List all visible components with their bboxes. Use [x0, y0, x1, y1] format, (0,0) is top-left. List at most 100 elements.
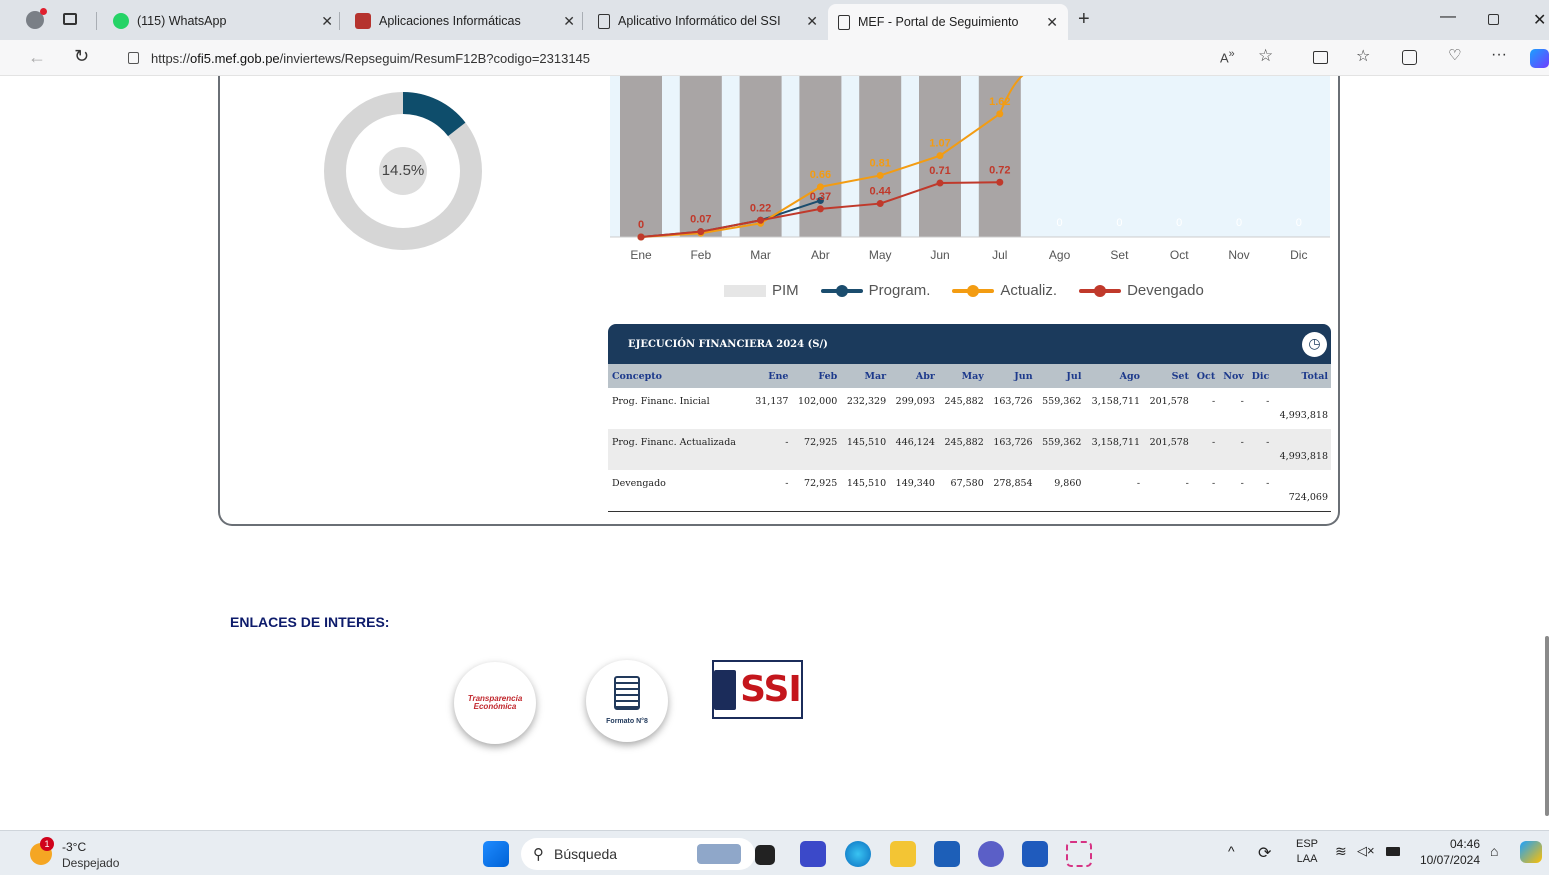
snipping-tool-icon[interactable] — [1066, 841, 1092, 867]
word-icon[interactable] — [1022, 841, 1048, 867]
legend-devengado[interactable]: Devengado — [1079, 282, 1204, 299]
x-tick-label: Oct — [1170, 248, 1189, 262]
store-icon[interactable] — [934, 841, 960, 867]
favorites-icon[interactable]: ☆ — [1356, 46, 1370, 66]
tab-mef-portal[interactable]: MEF - Portal de Seguimiento ✕ — [828, 4, 1068, 40]
favorite-star-icon[interactable]: ☆ — [1258, 46, 1273, 66]
table-cell: - — [1240, 437, 1244, 448]
close-icon[interactable]: ✕ — [563, 13, 575, 30]
clock-icon[interactable]: ◷ — [1302, 332, 1327, 357]
series-point — [876, 171, 884, 179]
task-view-icon[interactable] — [755, 845, 775, 865]
notification-icon[interactable]: ⌂ — [1490, 843, 1498, 859]
close-icon[interactable]: ✕ — [1046, 14, 1058, 31]
lang-bottom: LAA — [1296, 853, 1318, 865]
table-cell: - — [1240, 396, 1244, 407]
zero-data-label: 0 — [1057, 217, 1063, 229]
column-header: Total — [1272, 364, 1331, 388]
column-header: Dic — [1246, 364, 1273, 388]
scrollbar-thumb[interactable] — [1545, 636, 1549, 816]
page-scrollbar[interactable] — [1545, 76, 1549, 830]
edge-icon[interactable] — [845, 841, 871, 867]
profile-notification-dot — [40, 8, 47, 15]
editor-app-icon[interactable] — [800, 841, 826, 867]
clock-area[interactable]: 04:46 10/07/2024 — [1416, 836, 1480, 868]
teams-icon[interactable] — [978, 841, 1004, 867]
volume-icon[interactable]: ◁× — [1357, 843, 1375, 859]
financial-table-header: EJECUCIÓN FINANCIERA 2024 (S/) ◷ — [608, 324, 1331, 364]
ssi-link[interactable]: SSI — [712, 660, 803, 719]
table-cell: 163,726 — [993, 396, 1033, 407]
x-tick-label: May — [869, 248, 892, 262]
battery-icon[interactable] — [1386, 847, 1400, 856]
close-icon[interactable]: ✕ — [806, 13, 818, 30]
column-header: Concepto — [608, 364, 750, 388]
transparencia-link[interactable]: Transparencia Económica — [454, 662, 536, 744]
show-hidden-icons[interactable]: ^ — [1228, 843, 1235, 859]
table-cell: 201,578 — [1149, 396, 1189, 407]
url-host: ofi5.mef.gob.pe — [190, 50, 280, 66]
close-window-icon[interactable]: ✕ — [1533, 10, 1546, 30]
close-icon[interactable]: ✕ — [321, 13, 333, 30]
legend-program[interactable]: Program. — [820, 282, 931, 299]
row-concept: Prog. Financ. Inicial — [612, 396, 710, 407]
copilot-taskbar-icon[interactable] — [1520, 841, 1542, 863]
more-menu-icon[interactable]: ··· — [1491, 46, 1507, 64]
read-aloud-icon[interactable]: A» — [1220, 48, 1235, 65]
x-tick-label: Jun — [930, 248, 949, 262]
links-title: ENLACES DE INTERES: — [230, 614, 390, 630]
legend-program-label: Program. — [868, 282, 931, 299]
minimize-icon[interactable]: — — [1440, 8, 1456, 26]
wifi-icon[interactable]: ≋ — [1335, 843, 1347, 860]
series-point — [757, 216, 765, 224]
file-explorer-icon[interactable] — [890, 841, 916, 867]
data-label: 0.37 — [810, 191, 831, 203]
pim-bar — [799, 76, 842, 237]
row-total: 4,993,818 — [1279, 410, 1328, 421]
new-tab-icon[interactable]: + — [1078, 8, 1090, 31]
start-icon[interactable] — [483, 841, 509, 867]
tab-aplicativo-ssi[interactable]: Aplicativo Informático del SSI ✕ — [588, 6, 828, 36]
site-info-icon[interactable] — [128, 52, 139, 64]
copilot-tray-icon[interactable]: ⟳ — [1258, 843, 1271, 863]
legend-pim-swatch — [724, 284, 766, 297]
restore-icon[interactable] — [1488, 14, 1499, 25]
legend-pim[interactable]: PIM — [724, 282, 799, 299]
x-tick-label: Feb — [690, 248, 711, 262]
weather-badge: 1 — [40, 837, 54, 851]
legend-pim-label: PIM — [772, 282, 799, 299]
financial-table-title: EJECUCIÓN FINANCIERA 2024 (S/) — [628, 338, 828, 350]
taskbar-search[interactable]: ⚲ Búsqueda — [521, 838, 755, 870]
collections-icon[interactable] — [1402, 50, 1417, 65]
legend-actualiz[interactable]: Actualiz. — [952, 282, 1057, 299]
weather-temp: -3°C — [62, 840, 87, 854]
table-row: Prog. Financ. Actualizada - 72,925 145,510 4… — [608, 429, 1331, 470]
table-cell: - — [1240, 478, 1244, 489]
formato-logo: Formato N°8 — [606, 676, 648, 726]
whatsapp-icon — [113, 13, 129, 29]
split-screen-icon[interactable] — [1313, 51, 1328, 64]
windows-taskbar: 1 -3°C Despejado ⚲ Búsqueda ^ ⟳ ESP LAA … — [0, 830, 1549, 875]
copilot-icon[interactable] — [1530, 49, 1549, 68]
browser-essentials-icon[interactable]: ♡ — [1448, 46, 1461, 64]
tab-actions-icon[interactable] — [63, 13, 77, 25]
x-tick-label: Ene — [630, 248, 652, 262]
tab-aplicaciones[interactable]: Aplicaciones Informáticas ✕ — [345, 6, 585, 36]
language-indicator[interactable]: ESP LAA — [1296, 837, 1318, 867]
formato-label: Formato N°8 — [606, 718, 648, 725]
column-header: Feb — [791, 364, 841, 388]
tab-label: (115) WhatsApp — [137, 14, 227, 28]
refresh-icon[interactable]: ↻ — [74, 46, 89, 67]
address-bar[interactable]: https://ofi5.mef.gob.pe/inviertews/Repse… — [112, 44, 1292, 72]
financial-table: Concepto Ene Feb Mar Abr May Jun Jul Ago Set Oct No… — [608, 364, 1331, 511]
ssi-chart-icon — [714, 669, 737, 710]
tab-whatsapp[interactable]: (115) WhatsApp ✕ — [103, 6, 343, 36]
formato-8-link[interactable]: Formato N°8 — [586, 660, 668, 742]
data-label: 1.07 — [929, 138, 950, 150]
page-icon — [598, 13, 610, 29]
data-label: 1.62 — [989, 96, 1010, 108]
table-cell: - — [1266, 396, 1270, 407]
chart-legend: PIM Program. Actualiz. Devengado — [724, 282, 1204, 299]
back-icon[interactable]: ← — [28, 47, 46, 68]
x-tick-label: Dic — [1290, 248, 1307, 262]
